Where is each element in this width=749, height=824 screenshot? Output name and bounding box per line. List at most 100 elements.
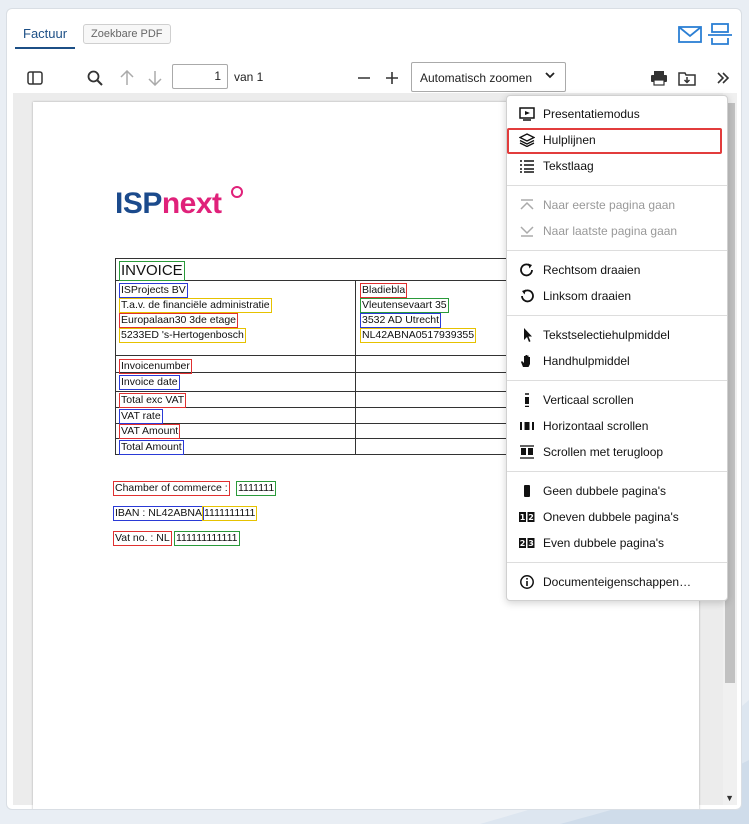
menu-item-label: Even dubbele pagina's (543, 536, 665, 550)
vat-label: Vat no. : NL (113, 531, 172, 546)
menu-separator (507, 562, 727, 563)
menu-item-first-page[interactable]: Naar eerste pagina gaan (507, 193, 727, 217)
tab-zoekbare-pdf[interactable]: Zoekbare PDF (83, 24, 171, 44)
menu-item-label: Horizontaal scrollen (543, 419, 649, 433)
recipient-line: 3532 AD Utrecht (360, 313, 442, 328)
menu-item-verticaal-scrollen[interactable]: Verticaal scrollen (507, 388, 727, 412)
recipient-line: Bladiebla (360, 283, 408, 298)
wrapped-scroll-icon (519, 445, 535, 459)
vertical-scroll-icon (519, 393, 535, 408)
tab-factuur[interactable]: Factuur (15, 20, 76, 49)
zoom-select[interactable]: Automatisch zoomen (411, 62, 566, 92)
zoom-select-value: Automatisch zoomen (420, 71, 533, 85)
menu-separator (507, 185, 727, 186)
svg-text:2: 2 (528, 513, 534, 522)
cursor-icon (519, 328, 535, 342)
coc-value: 1111111 (236, 481, 277, 496)
previous-page-icon[interactable] (115, 66, 139, 90)
presentation-icon (519, 107, 535, 121)
svg-text:3: 3 (528, 539, 534, 548)
menu-item-label: Tekstlaag (543, 159, 594, 173)
page-number-input[interactable]: 1 (172, 64, 228, 89)
menu-item-label: Geen dubbele pagina's (543, 484, 667, 498)
menu-item-geen-dubbele[interactable]: Geen dubbele pagina's (507, 479, 727, 503)
info-icon (519, 575, 535, 589)
menu-item-label: Tekstselectiehulpmiddel (543, 328, 670, 342)
menu-item-label: Documenteigenschappen… (543, 575, 692, 589)
next-page-icon[interactable] (143, 66, 167, 90)
menu-item-even-dubbele[interactable]: 23 Even dubbele pagina's (507, 531, 727, 555)
menu-item-label: Naar eerste pagina gaan (543, 198, 676, 212)
odd-spread-icon: 12 (519, 510, 535, 524)
rotate-ccw-icon (519, 289, 535, 303)
menu-item-rechtsom[interactable]: Rechtsom draaien (507, 258, 727, 282)
even-spread-icon: 23 (519, 536, 535, 550)
svg-text:1: 1 (520, 513, 526, 522)
menu-item-label: Linksom draaien (543, 289, 632, 303)
vat-value: 111111111111 (174, 531, 240, 546)
menu-item-label: Presentatiemodus (543, 107, 640, 121)
menu-item-horizontaal-scrollen[interactable]: Horizontaal scrollen (507, 414, 727, 438)
menu-item-handhulpmiddel[interactable]: Handhulpmiddel (507, 349, 727, 373)
ispnext-logo: ISPnext (115, 187, 222, 220)
menu-item-tekstlaag[interactable]: Tekstlaag (507, 154, 727, 178)
iban-value: 1111111111 (202, 506, 258, 521)
page-count: van 1 (234, 70, 264, 84)
iban-label: IBAN : NL42ABNA (113, 506, 204, 521)
search-icon[interactable] (83, 66, 107, 90)
field-label: Total Amount (119, 440, 184, 455)
menu-item-label: Rechtsom draaien (543, 263, 641, 277)
menu-item-tekstselectie[interactable]: Tekstselectiehulpmiddel (507, 323, 727, 347)
hand-icon (519, 354, 535, 368)
text-layer-icon (519, 159, 535, 173)
sender-line: 5233ED 's-Hertogenbosch (119, 328, 246, 343)
first-page-icon (519, 198, 535, 212)
table-line (355, 280, 356, 455)
field-label: Total exc VAT (119, 393, 187, 408)
field-label: VAT Amount (119, 424, 181, 439)
menu-item-linksom[interactable]: Linksom draaien (507, 284, 727, 308)
zoom-in-icon[interactable] (380, 66, 404, 90)
pdf-toolbar: 1 van 1 Automatisch zoomen (13, 62, 737, 94)
print-icon[interactable] (647, 66, 671, 90)
menu-item-documenteigenschappen[interactable]: Documenteigenschappen… (507, 570, 727, 594)
more-tools-icon[interactable] (711, 66, 735, 90)
secondary-toolbar-menu: Presentatiemodus Hulplijnen Tekstlaag Na… (506, 95, 728, 601)
recipient-line: NL42ABNA0517939355 (360, 328, 477, 343)
field-label: Invoice date (119, 375, 180, 390)
rotate-cw-icon (519, 263, 535, 277)
menu-item-label: Verticaal scrollen (543, 393, 634, 407)
single-page-icon (519, 484, 535, 498)
chevron-down-icon (545, 70, 555, 82)
field-label: Invoicenumber (119, 359, 192, 374)
menu-item-presentatiemodus[interactable]: Presentatiemodus (507, 102, 727, 126)
coc-label: Chamber of commerce : (113, 481, 230, 496)
tab-bar: Factuur Zoekbare PDF (7, 9, 741, 55)
download-icon[interactable] (675, 66, 699, 90)
menu-item-label: Handhulpmiddel (543, 354, 630, 368)
highlight-box (507, 128, 722, 154)
field-label: VAT rate (119, 409, 163, 424)
sender-line: T.a.v. de financiële administratie (119, 298, 272, 313)
scroll-down-icon[interactable]: ▼ (725, 793, 734, 803)
menu-item-label: Oneven dubbele pagina's (543, 510, 679, 524)
menu-item-last-page[interactable]: Naar laatste pagina gaan (507, 219, 727, 243)
menu-separator (507, 315, 727, 316)
menu-separator (507, 250, 727, 251)
sender-line: Europalaan30 3de etage (119, 313, 239, 328)
menu-item-label: Scrollen met terugloop (543, 445, 664, 459)
last-page-icon (519, 224, 535, 238)
sender-line: ISProjects BV (119, 283, 188, 298)
menu-separator (507, 471, 727, 472)
table-line (115, 258, 116, 455)
zoom-out-icon[interactable] (352, 66, 376, 90)
menu-item-label: Naar laatste pagina gaan (543, 224, 678, 238)
scan-icon[interactable] (707, 23, 733, 45)
menu-item-oneven-dubbele[interactable]: 12 Oneven dubbele pagina's (507, 505, 727, 529)
menu-item-scrollen-terugloop[interactable]: Scrollen met terugloop (507, 440, 727, 464)
svg-text:2: 2 (520, 539, 526, 548)
horizontal-scroll-icon (519, 419, 535, 433)
sidebar-toggle-icon[interactable] (23, 66, 47, 90)
mail-icon[interactable] (677, 23, 703, 45)
logo-mark-icon (231, 186, 243, 198)
